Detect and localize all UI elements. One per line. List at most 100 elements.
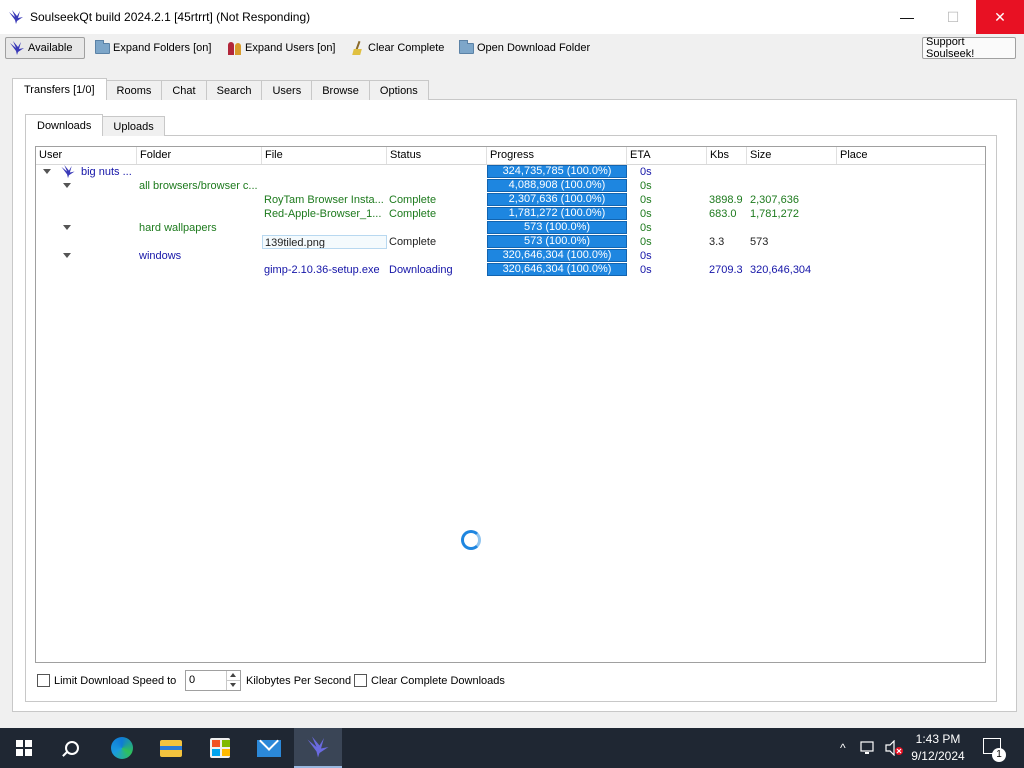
soulseek-taskbar-button[interactable] (294, 728, 342, 768)
soulseek-bird-icon (9, 10, 23, 24)
collapse-arrow-icon[interactable] (63, 225, 71, 230)
status-cell: Complete (389, 236, 437, 248)
folder-cell: hard wallpapers (139, 222, 217, 234)
table-row[interactable]: all browsers/browser c... 4,088,908 (100… (36, 179, 985, 193)
column-header-file[interactable]: File (262, 147, 387, 164)
table-row[interactable]: gimp-2.10.36-setup.exe Downloading 320,6… (36, 263, 985, 277)
show-hidden-icons-button[interactable]: ^ (840, 728, 846, 768)
downloads-table[interactable]: User Folder File Status Progress ETA Kbs… (35, 146, 986, 663)
kbs-cell: 683.0 (709, 208, 737, 220)
expand-users-button[interactable]: Expand Users [on] (224, 37, 339, 59)
limit-speed-label: Limit Download Speed to (54, 675, 177, 687)
toolbar: Available Expand Folders [on] Expand Use… (0, 34, 1024, 64)
status-cell: Complete (389, 208, 437, 220)
taskbar: ^ 1:43 PM 9/12/2024 1 (0, 728, 1024, 768)
column-header-kbs[interactable]: Kbs (707, 147, 747, 164)
progress-bar: 324,735,785 (100.0%) (487, 165, 627, 178)
clear-complete-downloads-checkbox[interactable] (354, 674, 367, 687)
network-icon[interactable] (860, 740, 878, 756)
open-download-folder-button[interactable]: Open Download Folder (456, 37, 593, 59)
support-soulseek-button[interactable]: Support Soulseek! (922, 36, 1016, 60)
tab-users[interactable]: Users (261, 80, 313, 100)
clear-complete-label: Clear Complete (368, 42, 445, 54)
size-cell: 320,646,304 (750, 264, 812, 276)
clock-time: 1:43 PM (915, 732, 961, 746)
table-row[interactable]: 139tiled.png Complete 573 (100.0%) 0s 3.… (36, 235, 985, 249)
table-row[interactable]: Red-Apple-Browser_1... Complete 1,781,27… (36, 207, 985, 221)
tab-options[interactable]: Options (368, 80, 429, 100)
mail-taskbar-button[interactable] (245, 728, 293, 768)
notification-count-badge: 1 (992, 748, 1006, 762)
table-row[interactable]: hard wallpapers 573 (100.0%) 0s (36, 221, 985, 235)
file-cell: RoyTam Browser Insta... (264, 194, 384, 206)
store-taskbar-button[interactable] (196, 728, 244, 768)
folder-icon (459, 39, 474, 54)
store-icon (210, 738, 230, 758)
eta-cell: 0s (640, 264, 652, 276)
column-header-place[interactable]: Place (837, 147, 985, 164)
progress-bar: 320,646,304 (100.0%) (487, 249, 627, 262)
stepper-down-icon[interactable] (226, 681, 240, 690)
expand-folders-button[interactable]: Expand Folders [on] (92, 37, 214, 59)
progress-bar: 573 (100.0%) (487, 235, 627, 248)
table-row[interactable]: RoyTam Browser Insta... Complete 2,307,6… (36, 193, 985, 207)
column-header-folder[interactable]: Folder (137, 147, 262, 164)
eta-cell: 0s (640, 208, 652, 220)
folder-cell: all browsers/browser c... (139, 180, 258, 192)
edge-icon (111, 737, 133, 759)
search-button[interactable] (48, 728, 96, 768)
clear-complete-button[interactable]: Clear Complete (348, 37, 447, 59)
column-header-progress[interactable]: Progress (487, 147, 627, 164)
size-cell: 1,781,272 (750, 208, 799, 220)
speed-units-label: Kilobytes Per Second (246, 675, 352, 687)
eta-cell: 0s (640, 166, 652, 178)
column-header-size[interactable]: Size (747, 147, 837, 164)
speed-limit-value: 0 (189, 674, 196, 686)
eta-cell: 0s (640, 236, 652, 248)
status-cell: Complete (389, 194, 437, 206)
column-header-status[interactable]: Status (387, 147, 487, 164)
tab-downloads[interactable]: Downloads (25, 114, 104, 136)
eta-cell: 0s (640, 180, 652, 192)
limit-speed-checkbox[interactable] (37, 674, 50, 687)
user-cell: big nuts ... (81, 166, 132, 178)
column-header-user[interactable]: User (36, 147, 137, 164)
stepper-up-icon[interactable] (226, 671, 240, 681)
main-tabbar: Transfers [1/0] Rooms Chat Search Users … (12, 78, 429, 100)
speed-limit-stepper[interactable]: 0 (185, 670, 241, 691)
tab-transfers[interactable]: Transfers [1/0] (12, 78, 107, 100)
table-row[interactable]: big nuts ... 324,735,785 (100.0%) 0s (36, 164, 985, 179)
tab-browse[interactable]: Browse (311, 80, 370, 100)
progress-bar: 2,307,636 (100.0%) (487, 193, 627, 206)
close-button[interactable]: ✕ (976, 0, 1024, 34)
tab-uploads[interactable]: Uploads (102, 116, 165, 136)
tab-chat[interactable]: Chat (161, 80, 207, 100)
file-cell: Red-Apple-Browser_1... (264, 208, 382, 220)
soulseek-bird-icon (10, 41, 24, 55)
soulseek-bird-icon (61, 164, 75, 179)
expand-folders-label: Expand Folders [on] (113, 42, 212, 54)
minimize-button[interactable]: — (884, 0, 930, 34)
collapse-arrow-icon[interactable] (43, 169, 51, 174)
file-cell: 139tiled.png (262, 235, 387, 249)
folder-cell: windows (139, 250, 182, 262)
edge-taskbar-button[interactable] (98, 728, 146, 768)
file-explorer-taskbar-button[interactable] (147, 728, 195, 768)
collapse-arrow-icon[interactable] (63, 183, 71, 188)
column-header-eta[interactable]: ETA (627, 147, 707, 164)
folder-icon (95, 39, 110, 54)
table-row[interactable]: windows 320,646,304 (100.0%) 0s (36, 249, 985, 263)
available-label: Available (28, 42, 73, 54)
start-button[interactable] (0, 728, 48, 768)
taskbar-clock[interactable]: 1:43 PM 9/12/2024 (906, 731, 970, 765)
volume-muted-icon[interactable] (884, 740, 904, 756)
tab-search[interactable]: Search (205, 80, 263, 100)
size-cell: 573 (750, 236, 769, 248)
expand-users-label: Expand Users [on] (245, 42, 336, 54)
eta-cell: 0s (640, 250, 652, 262)
tab-rooms[interactable]: Rooms (105, 80, 163, 100)
collapse-arrow-icon[interactable] (63, 253, 71, 258)
available-status-button[interactable]: Available (5, 37, 85, 59)
busy-spinner-icon (461, 530, 481, 550)
maximize-button[interactable]: ☐ (930, 0, 976, 34)
